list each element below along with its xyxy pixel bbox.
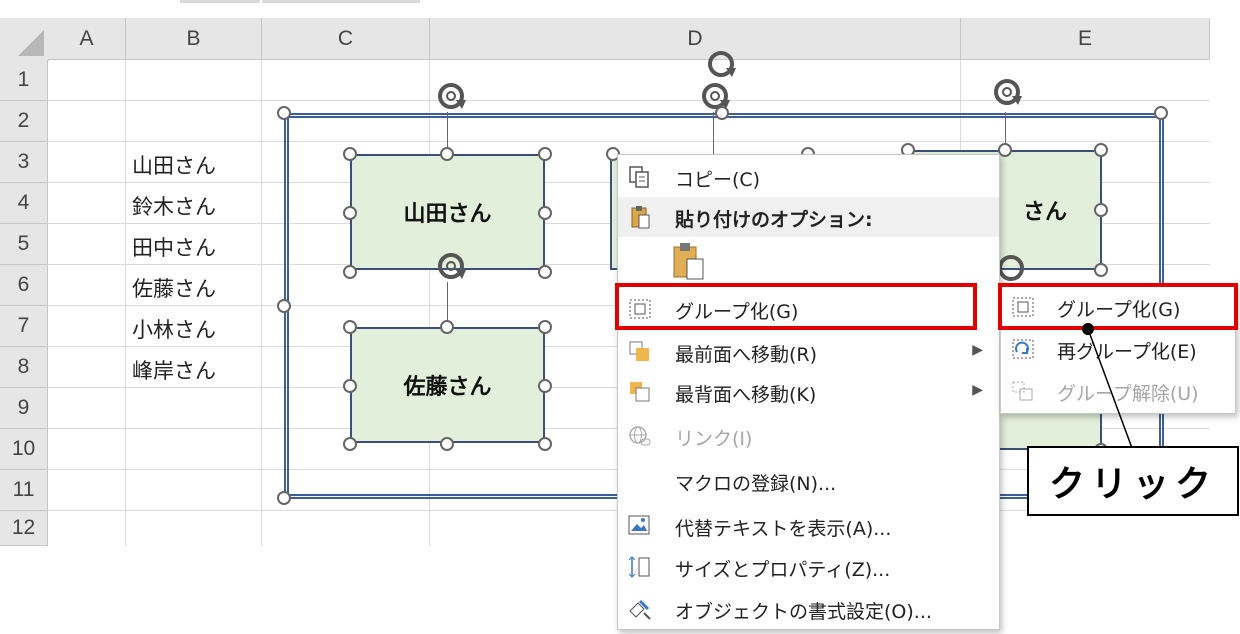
highlight-group-menu-item (615, 283, 977, 330)
callout-pointer (1082, 323, 1133, 449)
bring-front-icon (629, 341, 649, 361)
menu-item-link: リンク(I) (618, 416, 999, 456)
row-header-11[interactable]: 11 (0, 470, 48, 511)
resize-handle[interactable] (277, 299, 291, 313)
size-properties-icon (628, 556, 650, 578)
column-header-e[interactable]: E (961, 18, 1210, 60)
tab-edge (180, 0, 260, 3)
resize-handle[interactable] (440, 437, 454, 451)
resize-handle[interactable] (1094, 203, 1108, 217)
submenu-arrow-icon: ▶ (972, 382, 983, 398)
menu-item-label: 代替テキストを表示(A)... (675, 518, 892, 540)
resize-handle[interactable] (343, 147, 357, 161)
resize-handle[interactable] (343, 437, 357, 451)
resize-handle[interactable] (538, 206, 552, 220)
shape-label: 佐藤さん (403, 375, 492, 400)
resize-handle[interactable] (538, 437, 552, 451)
column-header-a[interactable]: A (48, 18, 126, 60)
submenu-arrow-icon: ▶ (972, 342, 983, 358)
resize-handle[interactable] (715, 106, 729, 120)
row-header-8[interactable]: 8 (0, 347, 48, 388)
gridline (125, 60, 126, 546)
column-header-c[interactable]: C (262, 18, 430, 60)
resize-handle[interactable] (1094, 263, 1108, 277)
resize-handle[interactable] (343, 320, 357, 334)
cell-b5[interactable]: 田中さん (132, 232, 216, 262)
menu-item-copy[interactable]: コピー(C) (618, 157, 999, 197)
cell-b4[interactable]: 鈴木さん (132, 191, 216, 221)
cell-b7[interactable]: 小林さん (132, 314, 216, 344)
menu-item-format-object[interactable]: オブジェクトの書式設定(O)... (618, 589, 999, 629)
rotate-handle-icon[interactable] (436, 250, 468, 282)
context-menu: コピー(C) 貼り付けのオプション: グループ化(G) 最前面へ移動(R) ▶ … (617, 154, 1000, 630)
menu-item-size-properties[interactable]: サイズとプロパティ(Z)... (618, 547, 999, 587)
paste-option-button[interactable] (618, 239, 999, 285)
menu-item-label: 最背面へ移動(K) (675, 384, 817, 406)
rotate-handle-icon[interactable] (436, 80, 468, 112)
clipboard-icon (631, 206, 650, 229)
rotate-handle-icon[interactable] (996, 252, 1028, 284)
resize-handle[interactable] (343, 379, 357, 393)
tab-edge (262, 0, 420, 3)
row-header-3[interactable]: 3 (0, 142, 48, 183)
gridline (48, 100, 1210, 101)
resize-handle[interactable] (440, 320, 454, 334)
resize-handle[interactable] (538, 320, 552, 334)
menu-section-label: 貼り付けのオプション: (675, 209, 873, 231)
shape-label: さん (1022, 200, 1067, 225)
menu-item-bring-to-front[interactable]: 最前面へ移動(R) ▶ (618, 332, 999, 372)
resize-handle[interactable] (343, 265, 357, 279)
resize-handle[interactable] (538, 379, 552, 393)
click-callout: クリック (1027, 446, 1239, 516)
row-header-7[interactable]: 7 (0, 306, 48, 347)
row-header-2[interactable]: 2 (0, 101, 48, 142)
rotate-handle-icon[interactable] (992, 76, 1024, 108)
menu-item-label: リンク(I) (675, 428, 753, 450)
cell-b6[interactable]: 佐藤さん (132, 273, 216, 303)
menu-item-label: オブジェクトの書式設定(O)... (675, 601, 932, 623)
menu-item-label: 最前面へ移動(R) (675, 344, 818, 366)
format-paint-icon (629, 599, 651, 620)
resize-handle[interactable] (440, 147, 454, 161)
shape-sato[interactable]: 佐藤さん (350, 327, 545, 443)
menu-item-label: コピー(C) (675, 169, 761, 191)
column-header-d[interactable]: D (430, 18, 961, 60)
alt-text-icon (628, 515, 650, 535)
resize-handle[interactable] (277, 106, 291, 120)
menu-section-paste-options: 貼り付けのオプション: (618, 197, 999, 237)
shape-label: 山田さん (403, 202, 492, 227)
resize-handle[interactable] (538, 265, 552, 279)
row-header-9[interactable]: 9 (0, 388, 48, 429)
menu-item-alt-text[interactable]: 代替テキストを表示(A)... (618, 506, 999, 546)
rotate-handle-icon[interactable] (706, 48, 738, 80)
copy-icon (629, 166, 649, 188)
rotation-stem (713, 112, 714, 154)
menu-item-label: サイズとプロパティ(Z)... (675, 559, 891, 581)
column-header-b[interactable]: B (126, 18, 262, 60)
menu-item-assign-macro[interactable]: マクロの登録(N)... (618, 461, 999, 501)
select-all-corner[interactable] (0, 18, 49, 61)
resize-handle[interactable] (538, 147, 552, 161)
row-header-6[interactable]: 6 (0, 265, 48, 306)
cell-b8[interactable]: 峰岸さん (132, 355, 216, 385)
row-header-12[interactable]: 12 (0, 511, 48, 546)
row-header-5[interactable]: 5 (0, 224, 48, 265)
send-back-icon (630, 382, 650, 402)
row-header-1[interactable]: 1 (0, 60, 48, 101)
resize-handle[interactable] (277, 491, 291, 505)
row-header-4[interactable]: 4 (0, 183, 48, 224)
resize-handle[interactable] (343, 206, 357, 220)
resize-handle[interactable] (1094, 143, 1108, 157)
resize-handle[interactable] (998, 143, 1012, 157)
gridline (261, 60, 262, 546)
paste-icon (673, 243, 704, 280)
resize-handle[interactable] (1154, 106, 1168, 120)
ungroup-icon (1012, 381, 1033, 401)
cell-b3[interactable]: 山田さん (132, 150, 216, 180)
link-icon (629, 426, 651, 446)
regroup-icon (1012, 339, 1034, 359)
row-header-10[interactable]: 10 (0, 429, 48, 470)
menu-item-label: マクロの登録(N)... (675, 473, 837, 495)
menu-item-send-to-back[interactable]: 最背面へ移動(K) ▶ (618, 372, 999, 412)
